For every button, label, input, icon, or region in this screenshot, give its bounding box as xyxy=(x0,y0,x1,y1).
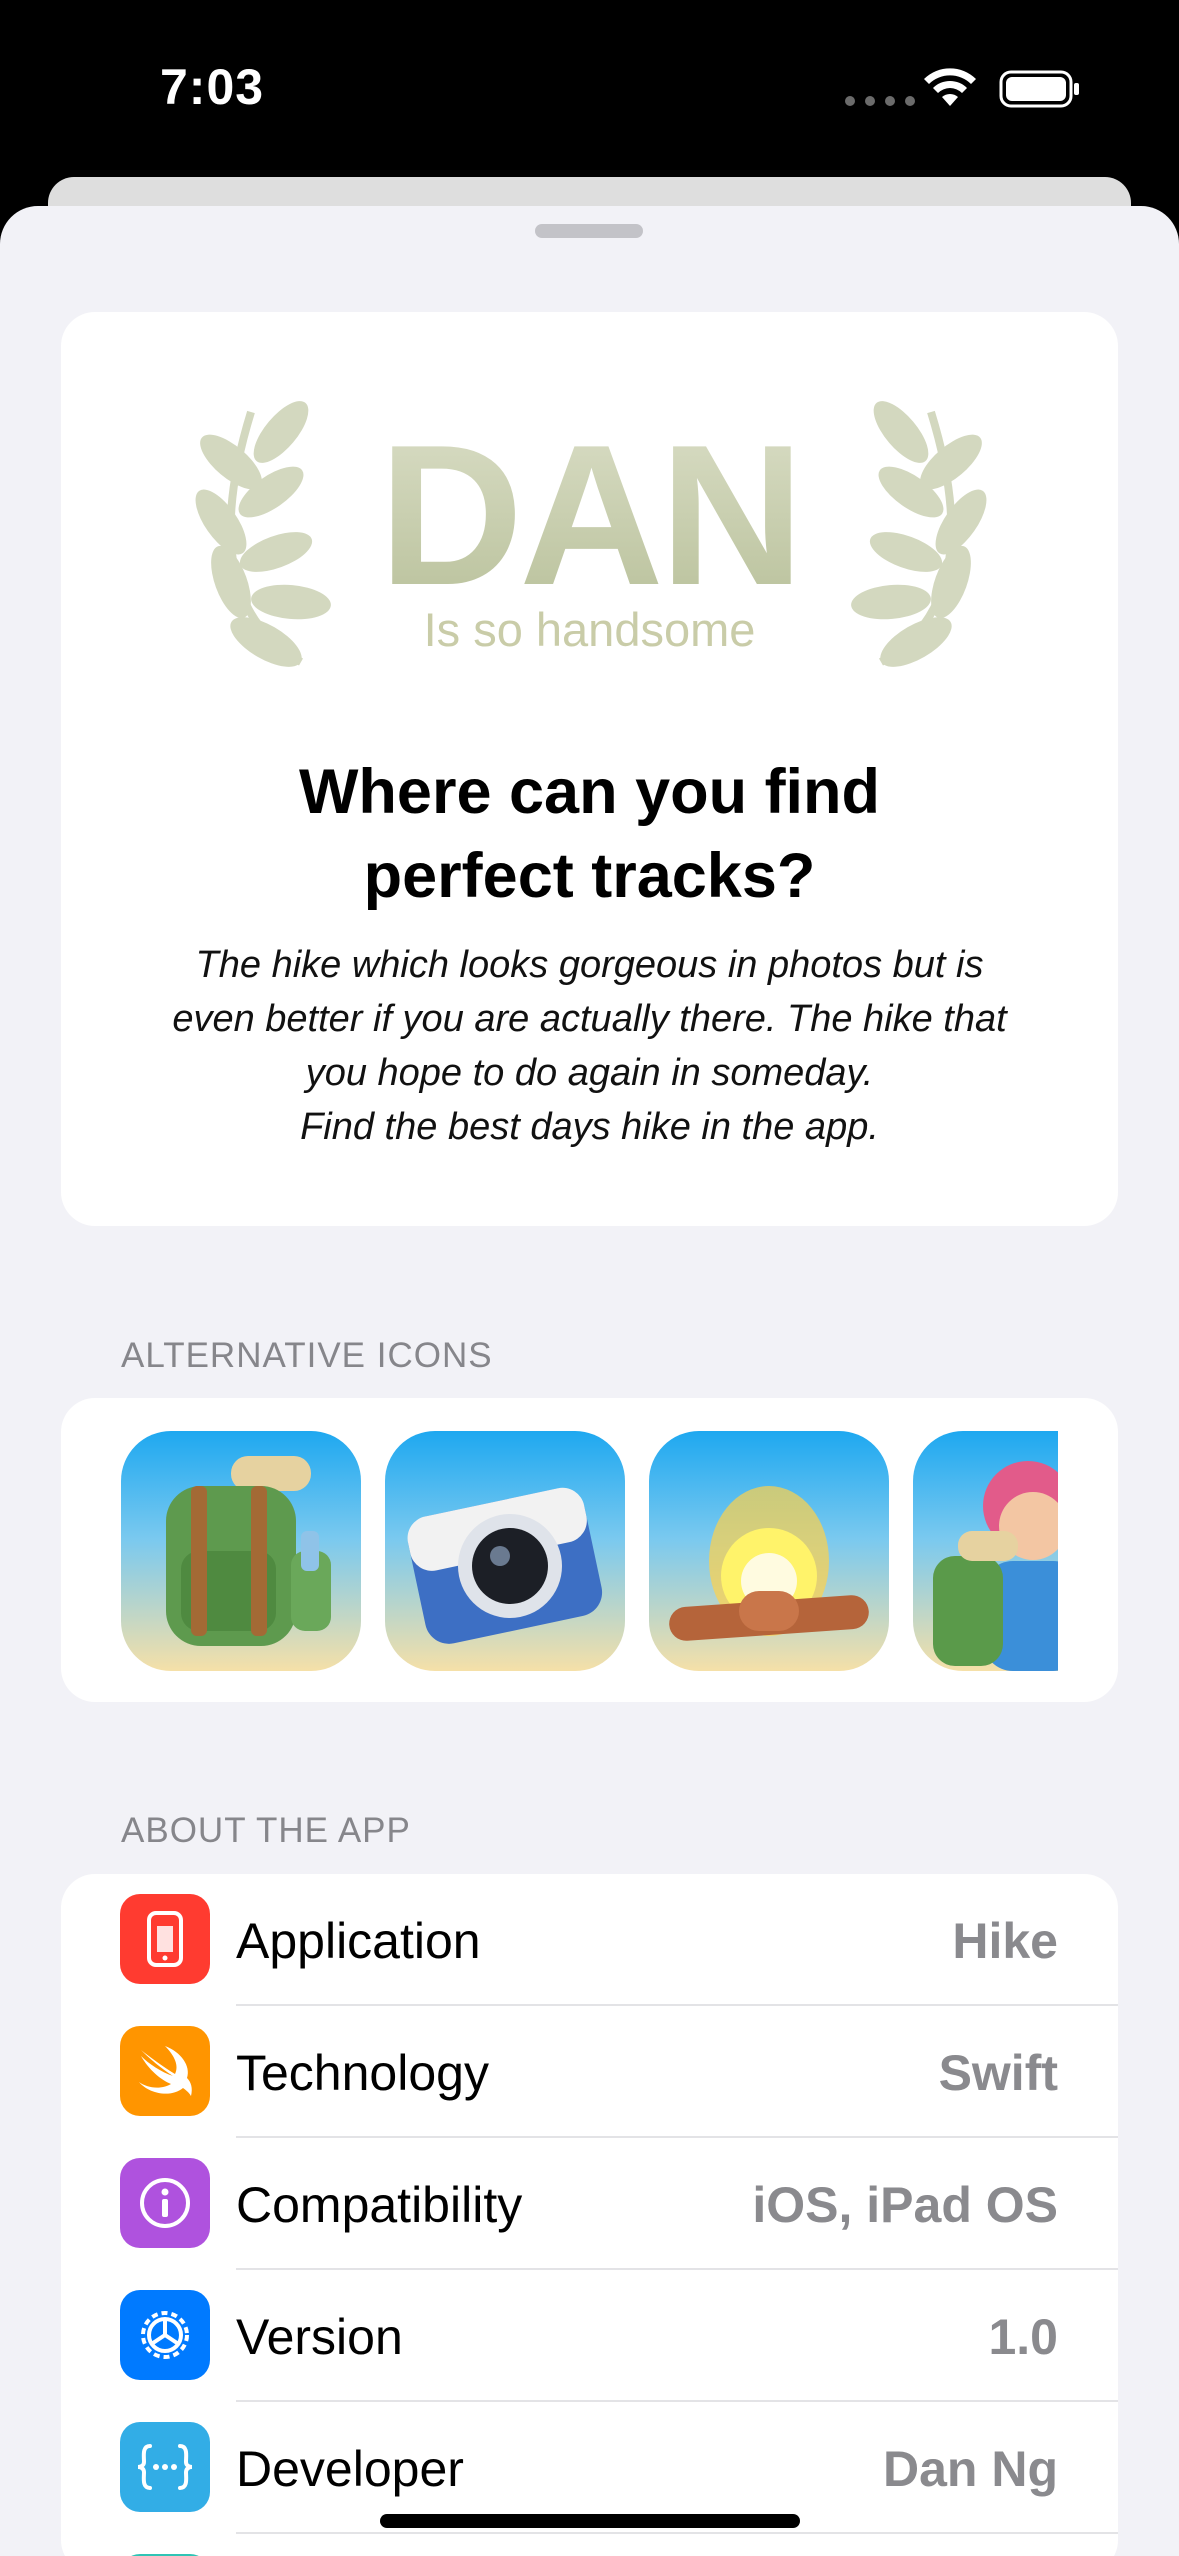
row-value: iOS, iPad OS xyxy=(752,2177,1058,2233)
brand-title: DAN xyxy=(61,416,1118,616)
body-line: The hike which looks gorgeous in photos … xyxy=(195,944,984,986)
campfire-icon[interactable] xyxy=(649,1431,889,1671)
icons-scroller[interactable] xyxy=(121,1431,1058,1671)
about-row-compatibility: Compatibility iOS, iPad OS xyxy=(61,2138,1118,2270)
row-label: Compatibility xyxy=(236,2177,523,2233)
wifi-icon xyxy=(924,68,976,106)
gear-icon xyxy=(120,2290,210,2380)
row-label: Version xyxy=(236,2309,403,2365)
backpack-icon[interactable] xyxy=(121,1431,361,1671)
body-line: even better if you are actually there. T… xyxy=(172,998,1007,1040)
body-line: you hope to do again in someday. xyxy=(305,1052,874,1094)
row-value: Swift xyxy=(938,2045,1058,2101)
row-label: Application xyxy=(236,1913,481,1969)
body-line: Find the best days hike in the app. xyxy=(300,1106,879,1148)
row-value: Dan Ng xyxy=(883,2441,1058,2497)
status-bar: 7:03 xyxy=(0,0,1179,175)
about-card: Application Hike Technology Swift Compat… xyxy=(61,1874,1118,2556)
swift-icon xyxy=(120,2026,210,2116)
header-card: DAN Is so handsome Where can you find pe… xyxy=(61,312,1118,1226)
section-title-about: ABOUT THE APP xyxy=(121,1811,411,1850)
about-row-technology: Technology Swift xyxy=(61,2006,1118,2138)
section-title-alternative-icons: ALTERNATIVE ICONS xyxy=(121,1336,493,1375)
row-label: Developer xyxy=(236,2441,464,2497)
about-row-partial xyxy=(61,2534,1118,2556)
hiker-icon[interactable] xyxy=(913,1431,1058,1671)
sheet-grabber[interactable] xyxy=(535,224,643,238)
curlybraces-icon xyxy=(120,2422,210,2512)
alternative-icons-card xyxy=(61,1398,1118,1702)
body-copy: The hike which looks gorgeous in photos … xyxy=(131,938,1048,1154)
info-icon xyxy=(120,2158,210,2248)
cellular-signal-icon xyxy=(845,96,915,106)
headline: Where can you find perfect tracks? xyxy=(298,757,881,911)
row-value: 1.0 xyxy=(988,2309,1058,2365)
iphone-icon xyxy=(120,1894,210,1984)
row-label: Technology xyxy=(236,2045,489,2101)
about-row-application: Application Hike xyxy=(61,1874,1118,2006)
about-row-version: Version 1.0 xyxy=(61,2270,1118,2402)
row-value: Hike xyxy=(952,1913,1058,1969)
brand-subtitle: Is so handsome xyxy=(423,603,756,656)
status-time: 7:03 xyxy=(160,59,265,115)
home-indicator[interactable] xyxy=(380,2514,800,2528)
battery-icon xyxy=(999,70,1079,108)
settings-sheet: DAN Is so handsome Where can you find pe… xyxy=(0,206,1179,2556)
camera-icon[interactable] xyxy=(385,1431,625,1671)
